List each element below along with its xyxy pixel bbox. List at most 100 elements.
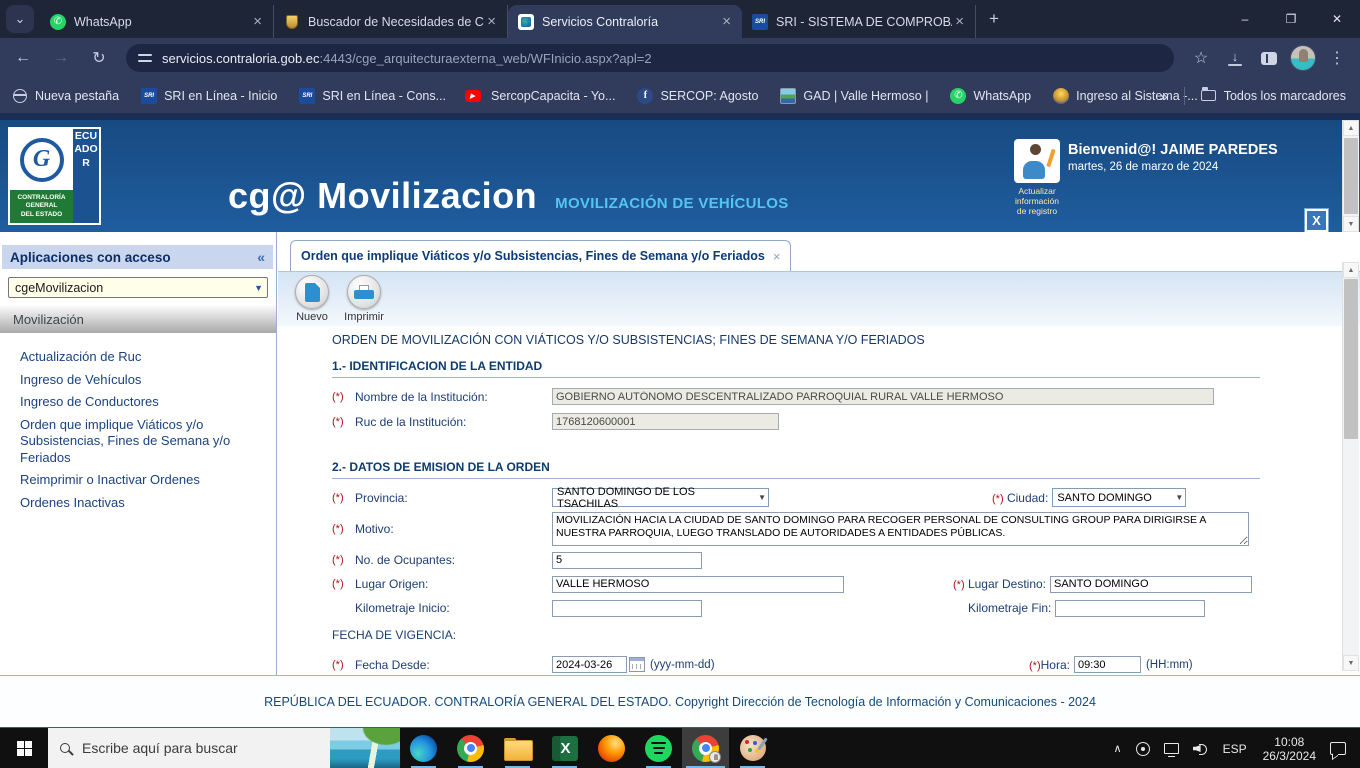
taskbar-edge[interactable]: [400, 728, 447, 768]
divider: [1183, 86, 1185, 105]
browser-menu-icon[interactable]: ⋮: [1322, 43, 1352, 73]
bookmark-sri-inicio[interactable]: SRI SRI en Línea - Inicio: [141, 87, 277, 104]
tab-close-icon[interactable]: ×: [250, 13, 265, 30]
bookmark-sercop-youtube[interactable]: ▶ SercopCapacita - Yo...: [464, 88, 615, 104]
side-panel-icon[interactable]: [1261, 51, 1277, 65]
reload-button[interactable]: ↻: [84, 43, 114, 73]
scrollbar-thumb[interactable]: [1344, 279, 1358, 439]
fecha-desde-input[interactable]: [552, 656, 627, 673]
sidebar-item-reimprimir-ordenes[interactable]: Reimprimir o Inactivar Ordenes: [0, 469, 265, 492]
scroll-down-icon[interactable]: ▼: [1343, 655, 1359, 671]
header-scrollbar[interactable]: ▲ ▼: [1342, 120, 1359, 232]
sidebar-item-ordenes-inactivas[interactable]: Ordenes Inactivas: [0, 492, 265, 515]
bookmarks-overflow-icon[interactable]: »: [1160, 88, 1168, 104]
new-document-icon: [304, 282, 320, 302]
lugar-origen-input[interactable]: [552, 575, 844, 593]
sidebar-item-ingreso-conductores[interactable]: Ingreso de Conductores: [0, 391, 265, 414]
address-bar[interactable]: servicios.contraloria.gob.ec:4443/cge_ar…: [126, 44, 1174, 72]
globe-icon: [12, 88, 28, 104]
file-explorer-icon: [504, 737, 533, 761]
action-center-icon[interactable]: [1330, 742, 1346, 755]
language-indicator[interactable]: ESP: [1223, 742, 1247, 756]
clock-time: 10:08: [1274, 734, 1305, 749]
downloads-icon[interactable]: ↓: [1227, 50, 1243, 66]
taskbar-firefox[interactable]: [588, 728, 635, 768]
bookmark-sercop-facebook[interactable]: f SERCOP: Agosto: [637, 87, 758, 104]
scroll-down-icon[interactable]: ▼: [1343, 216, 1359, 232]
taskbar-chrome-profile[interactable]: [682, 727, 729, 768]
tray-expand-icon[interactable]: ∧: [1114, 742, 1122, 755]
folder-icon: [1200, 87, 1216, 101]
bookmark-gad-valle-hermoso[interactable]: GAD | Valle Hermoso |: [780, 87, 928, 104]
start-button[interactable]: [0, 728, 48, 768]
tab-buscador[interactable]: Buscador de Necesidades de Co ×: [274, 5, 508, 38]
fecha-desde-label: Fecha Desde:: [355, 657, 430, 672]
new-tab-button[interactable]: +: [980, 5, 1008, 33]
taskbar-spotify[interactable]: [635, 728, 682, 768]
taskbar-file-explorer[interactable]: [494, 728, 541, 768]
profile-badge-icon: [709, 750, 721, 763]
sidebar-section-movilizacion[interactable]: Movilización: [0, 305, 276, 333]
tab-close-icon[interactable]: ×: [952, 13, 967, 30]
forward-button[interactable]: →: [46, 43, 76, 73]
network-icon[interactable]: [1163, 743, 1179, 757]
taskbar-clock[interactable]: 10:08 26/3/2024: [1263, 735, 1316, 763]
windows-taskbar: Escribe aquí para buscar X ∧ ESP 10:08 2…: [0, 727, 1360, 768]
provincia-select[interactable]: SANTO DOMINGO DE LOS TSACHILAS ▼: [552, 486, 769, 510]
gad-icon: [780, 87, 797, 104]
imprimir-button[interactable]: Imprimir: [338, 275, 390, 323]
scroll-up-icon[interactable]: ▲: [1343, 120, 1359, 136]
document-tab[interactable]: Orden que implique Viáticos y/o Subsiste…: [290, 240, 792, 271]
site-settings-icon[interactable]: [138, 52, 152, 64]
maximize-button[interactable]: ❐: [1268, 0, 1314, 38]
ciudad-select[interactable]: SANTO DOMINGO ▼: [1052, 488, 1187, 507]
bookmark-star-icon[interactable]: ☆: [1186, 43, 1216, 73]
sidebar-item-orden-viaticos[interactable]: Orden que implique Viáticos y/o Subsiste…: [0, 414, 265, 470]
ocupantes-input[interactable]: [552, 551, 702, 569]
sidebar-item-actualizacion-ruc[interactable]: Actualización de Ruc: [0, 346, 265, 369]
content-scrollbar[interactable]: ▲ ▼: [1342, 262, 1359, 671]
tab-whatsapp[interactable]: ✆ WhatsApp ×: [40, 5, 274, 38]
youtube-icon: ▶: [464, 88, 484, 104]
tab-close-icon[interactable]: ×: [484, 13, 499, 30]
news-widget-image[interactable]: [330, 727, 400, 768]
bookmark-whatsapp[interactable]: ✆ WhatsApp: [950, 87, 1031, 104]
scrollbar-thumb[interactable]: [1344, 138, 1358, 214]
all-bookmarks-label[interactable]: Todos los marcadores: [1224, 89, 1346, 103]
document-tab-close-icon[interactable]: ×: [773, 249, 781, 264]
scroll-up-icon[interactable]: ▲: [1343, 262, 1359, 278]
taskbar-chrome[interactable]: [447, 728, 494, 768]
hora-desde-input[interactable]: [1073, 656, 1141, 673]
minimize-button[interactable]: –: [1222, 0, 1268, 38]
volume-icon[interactable]: [1193, 742, 1208, 755]
tab-servicios-contraloria[interactable]: Servicios Contraloría ×: [508, 5, 742, 38]
motivo-label: Motivo:: [355, 522, 394, 536]
update-registry-link[interactable]: Actualizar información de registro: [1007, 186, 1067, 216]
ocupantes-label: No. de Ocupantes:: [355, 553, 456, 567]
taskbar-excel[interactable]: X: [541, 728, 588, 768]
nuevo-button[interactable]: Nuevo: [286, 275, 338, 323]
km-fin-input[interactable]: [1055, 599, 1206, 617]
collapse-sidebar-icon[interactable]: «: [257, 249, 265, 265]
bookmark-sri-consultas[interactable]: SRI SRI en Línea - Cons...: [299, 87, 446, 104]
km-inicio-label: Kilometraje Inicio:: [355, 601, 450, 615]
tab-search-button[interactable]: ⌄: [6, 5, 34, 33]
back-button[interactable]: ←: [8, 43, 38, 73]
printer-icon: [354, 285, 374, 299]
km-inicio-input[interactable]: [552, 599, 702, 617]
sidebar-item-ingreso-vehiculos[interactable]: Ingreso de Vehículos: [0, 369, 265, 392]
tab-sri[interactable]: SRI SRI - SISTEMA DE COMPROBAN ×: [742, 5, 976, 38]
motivo-textarea[interactable]: MOVILIZACIÓN HACIA LA CIUDAD DE SANTO DO…: [552, 512, 1249, 546]
update-registry-avatar[interactable]: [1014, 139, 1060, 183]
app-close-button[interactable]: X: [1304, 208, 1329, 233]
lugar-destino-input[interactable]: [1050, 575, 1252, 593]
taskbar-paint[interactable]: [729, 728, 776, 768]
profile-avatar[interactable]: [1290, 45, 1316, 71]
meet-now-icon[interactable]: [1135, 741, 1150, 756]
tab-close-icon[interactable]: ×: [719, 13, 734, 30]
application-select[interactable]: cgeMovilizacion ▼: [8, 277, 268, 298]
taskbar-search[interactable]: Escribe aquí para buscar: [48, 727, 400, 768]
bookmark-nueva-pestana[interactable]: Nueva pestaña: [12, 88, 119, 104]
close-window-button[interactable]: ✕: [1314, 0, 1360, 38]
calendar-icon[interactable]: [629, 657, 645, 672]
